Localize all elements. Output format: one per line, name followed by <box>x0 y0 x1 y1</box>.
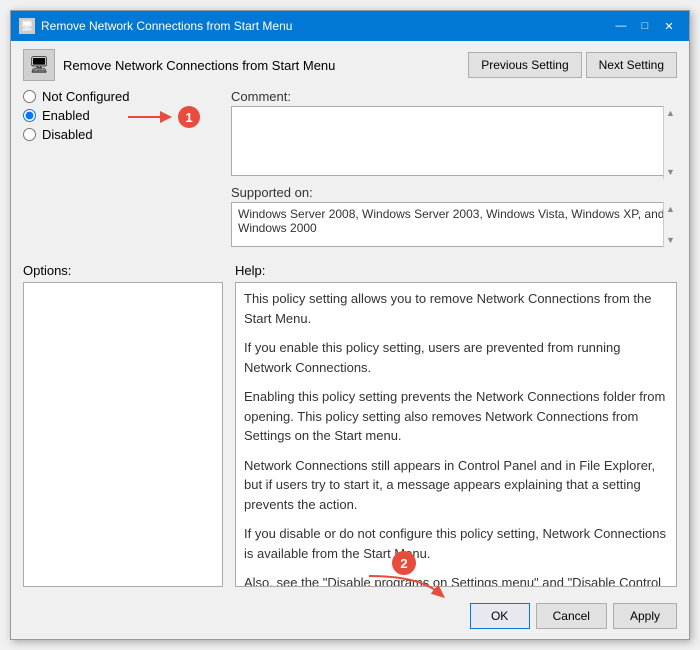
annotation-2-arrow-svg <box>359 571 449 601</box>
help-para-5: If you disable or do not configure this … <box>244 524 668 563</box>
main-dialog: 🖥 Remove Network Connections from Start … <box>10 10 690 640</box>
ok-button[interactable]: OK <box>470 603 530 629</box>
disabled-option: Disabled <box>23 127 223 142</box>
disabled-label[interactable]: Disabled <box>42 127 93 142</box>
options-box <box>23 282 223 587</box>
top-area: Not Configured Enabled <box>23 89 677 247</box>
policy-title: Remove Network Connections from Start Me… <box>63 58 335 73</box>
header-row: 🖥 Remove Network Connections from Start … <box>23 49 677 81</box>
help-para-1: This policy setting allows you to remove… <box>244 289 668 328</box>
enabled-label[interactable]: Enabled <box>42 108 90 123</box>
comment-section: Comment: ▲ ▼ <box>231 89 677 179</box>
policy-icon: 🖥 <box>23 49 55 81</box>
header-left: 🖥 Remove Network Connections from Start … <box>23 49 335 81</box>
enabled-option: Enabled 1 <box>23 108 223 123</box>
previous-setting-button[interactable]: Previous Setting <box>468 52 581 78</box>
title-controls: — □ ✕ <box>609 16 681 36</box>
close-button[interactable]: ✕ <box>657 16 681 36</box>
comment-scrollbar: ▲ ▼ <box>663 106 677 179</box>
not-configured-option: Not Configured <box>23 89 223 104</box>
options-panel: Options: <box>23 263 223 587</box>
maximize-button[interactable]: □ <box>633 16 657 36</box>
supported-section: Supported on: Windows Server 2008, Windo… <box>231 185 677 247</box>
apply-button[interactable]: Apply <box>613 603 677 629</box>
annotation-1-arrow-svg <box>118 106 178 128</box>
dialog-icon: 🖥 <box>19 18 35 34</box>
help-para-3: Enabling this policy setting prevents th… <box>244 387 668 446</box>
enabled-radio[interactable] <box>23 109 36 122</box>
title-bar: 🖥 Remove Network Connections from Start … <box>11 11 689 41</box>
annotation-1-group: 1 <box>118 106 200 128</box>
minimize-button[interactable]: — <box>609 16 633 36</box>
right-info-panel: Comment: ▲ ▼ Supported on: Windows Serve… <box>231 89 677 247</box>
dialog-footer: 2 OK Cancel Apply <box>11 595 689 639</box>
dialog-content: 🖥 Remove Network Connections from Start … <box>11 41 689 595</box>
annotation-circle-1: 1 <box>178 106 200 128</box>
options-label: Options: <box>23 263 223 278</box>
supported-text: Windows Server 2008, Windows Server 2003… <box>231 202 677 247</box>
radio-panel: Not Configured Enabled <box>23 89 223 247</box>
help-para-2: If you enable this policy setting, users… <box>244 338 668 377</box>
supported-label: Supported on: <box>231 185 677 200</box>
supported-scrollbar: ▲ ▼ <box>663 202 677 247</box>
disabled-radio[interactable] <box>23 128 36 141</box>
comment-label: Comment: <box>231 89 677 104</box>
help-para-6: Also, see the "Disable programs on Setti… <box>244 573 668 587</box>
help-text-box[interactable]: This policy setting allows you to remove… <box>235 282 677 587</box>
help-label: Help: <box>235 263 677 278</box>
comment-textarea[interactable] <box>231 106 677 176</box>
supported-box-wrapper: Windows Server 2008, Windows Server 2003… <box>231 202 677 247</box>
not-configured-label[interactable]: Not Configured <box>42 89 129 104</box>
not-configured-radio[interactable] <box>23 90 36 103</box>
cancel-button[interactable]: Cancel <box>536 603 607 629</box>
nav-buttons: Previous Setting Next Setting <box>468 52 677 78</box>
next-setting-button[interactable]: Next Setting <box>586 52 677 78</box>
dialog-title: Remove Network Connections from Start Me… <box>41 19 292 33</box>
comment-box-wrapper: ▲ ▼ <box>231 106 677 179</box>
help-panel: Help: This policy setting allows you to … <box>235 263 677 587</box>
title-bar-left: 🖥 Remove Network Connections from Start … <box>19 18 292 34</box>
help-para-4: Network Connections still appears in Con… <box>244 456 668 515</box>
annotation-2-group: 2 <box>359 551 449 601</box>
middle-section: Options: Help: This policy setting allow… <box>23 263 677 587</box>
